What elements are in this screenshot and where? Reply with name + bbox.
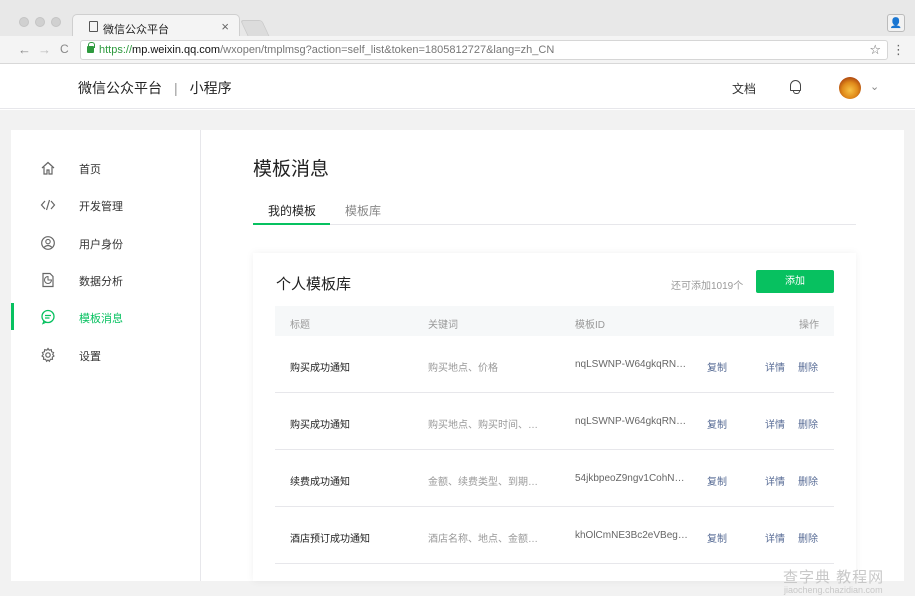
table-row: 酒店预订成功通知 酒店名称、地点、金额… khOlCmNE3Bc2eVBeg… … bbox=[275, 507, 834, 564]
copy-link[interactable]: 复制 bbox=[707, 473, 727, 488]
reload-icon[interactable]: C bbox=[60, 42, 69, 56]
window-close-button[interactable] bbox=[19, 17, 29, 27]
watermark: 查字典 教程网 bbox=[783, 569, 885, 586]
row-keywords: 购买地点、购买时间、… bbox=[428, 420, 538, 431]
column-header-id: 模板ID bbox=[575, 320, 605, 331]
product-name: 小程序 bbox=[189, 80, 232, 96]
address-bar: ← → C https://mp.weixin.qq.com/wxopen/tm… bbox=[0, 36, 915, 64]
window-zoom-button[interactable] bbox=[51, 17, 61, 27]
row-keywords: 金额、续费类型、到期… bbox=[428, 477, 538, 488]
row-keywords: 购买地点、价格 bbox=[428, 363, 498, 374]
page-title: 模板消息 bbox=[253, 159, 330, 180]
browser-menu-icon[interactable]: ⋮ bbox=[892, 42, 905, 58]
sidebar-item-home[interactable]: 首页 bbox=[11, 149, 199, 187]
column-header-keywords: 关键词 bbox=[428, 320, 458, 331]
tab-close-icon[interactable]: × bbox=[221, 19, 229, 34]
bookmark-star-icon[interactable]: ☆ bbox=[869, 41, 881, 59]
browser-tab-title: 微信公众平台 bbox=[103, 24, 169, 36]
active-tab-indicator bbox=[253, 223, 330, 225]
page-icon bbox=[89, 21, 98, 32]
sidebar: 首页 开发管理 用户身份 数据分析 模板消息 设置 bbox=[11, 130, 201, 581]
detail-link[interactable]: 详情 bbox=[765, 473, 785, 488]
sidebar-item-data-analysis[interactable]: 数据分析 bbox=[11, 261, 199, 299]
user-icon bbox=[40, 235, 56, 251]
profile-icon[interactable]: 👤 bbox=[887, 14, 905, 32]
browser-tab-bar: 微信公众平台 × 👤 bbox=[0, 0, 915, 38]
detail-link[interactable]: 详情 bbox=[765, 416, 785, 431]
chevron-down-icon[interactable]: ⌄ bbox=[870, 80, 879, 93]
detail-link[interactable]: 详情 bbox=[765, 359, 785, 374]
window-minimize-button[interactable] bbox=[35, 17, 45, 27]
sidebar-item-user-identity[interactable]: 用户身份 bbox=[11, 224, 199, 262]
row-template-id: khOlCmNE3Bc2eVBeg… bbox=[575, 530, 688, 541]
row-template-id: 54jkbpeoZ9ngv1CohN… bbox=[575, 473, 685, 484]
row-keywords: 酒店名称、地点、金额… bbox=[428, 534, 538, 545]
row-title: 酒店预订成功通知 bbox=[290, 534, 370, 545]
table-header: 标题 关键词 模板ID 操作 bbox=[275, 306, 834, 336]
browser-tab[interactable]: 微信公众平台 × bbox=[72, 14, 240, 38]
copy-link[interactable]: 复制 bbox=[707, 530, 727, 545]
sidebar-item-template-message[interactable]: 模板消息 bbox=[11, 298, 199, 336]
home-icon bbox=[40, 160, 56, 176]
delete-link[interactable]: 删除 bbox=[798, 530, 818, 545]
tab-template-library[interactable]: 模板库 bbox=[345, 202, 381, 219]
brand-name[interactable]: 微信公众平台 bbox=[78, 80, 162, 96]
sidebar-item-label: 设置 bbox=[79, 351, 101, 363]
site-header: 微信公众平台 | 小程序 文档 bbox=[0, 65, 915, 109]
sidebar-item-label: 首页 bbox=[79, 164, 101, 176]
back-icon[interactable]: ← bbox=[18, 42, 31, 57]
brand-separator: | bbox=[174, 80, 178, 96]
gear-icon bbox=[40, 347, 56, 363]
copy-link[interactable]: 复制 bbox=[707, 359, 727, 374]
quota-text: 还可添加1019个 bbox=[671, 281, 744, 292]
sidebar-item-label: 数据分析 bbox=[79, 276, 123, 288]
row-template-id: nqLSWNP-W64gkqRN… bbox=[575, 359, 687, 370]
document-chart-icon bbox=[40, 272, 56, 288]
sidebar-item-label: 模板消息 bbox=[79, 313, 123, 325]
sidebar-item-settings[interactable]: 设置 bbox=[11, 336, 199, 374]
new-tab-button[interactable] bbox=[240, 20, 270, 37]
row-title: 续费成功通知 bbox=[290, 477, 350, 488]
detail-link[interactable]: 详情 bbox=[765, 530, 785, 545]
delete-link[interactable]: 删除 bbox=[798, 416, 818, 431]
table-row: 购买成功通知 购买地点、购买时间、… nqLSWNP-W64gkqRN… 复制 … bbox=[275, 393, 834, 450]
url-text: https://mp.weixin.qq.com/wxopen/tmplmsg?… bbox=[99, 44, 555, 56]
copy-link[interactable]: 复制 bbox=[707, 416, 727, 431]
brand: 微信公众平台 | 小程序 bbox=[78, 78, 232, 98]
message-icon bbox=[40, 309, 56, 325]
main-content: 模板消息 我的模板 模板库 个人模板库 还可添加1019个 添加 标题 关键词 … bbox=[201, 130, 904, 581]
template-card: 个人模板库 还可添加1019个 添加 标题 关键词 模板ID 操作 购买成功通知… bbox=[253, 253, 856, 581]
table-row: 续费成功通知 金额、续费类型、到期… 54jkbpeoZ9ngv1CohN… 复… bbox=[275, 450, 834, 507]
delete-link[interactable]: 删除 bbox=[798, 473, 818, 488]
delete-link[interactable]: 删除 bbox=[798, 359, 818, 374]
avatar[interactable] bbox=[839, 77, 861, 99]
row-title: 购买成功通知 bbox=[290, 420, 350, 431]
tab-my-templates[interactable]: 我的模板 bbox=[268, 202, 316, 219]
url-input[interactable]: https://mp.weixin.qq.com/wxopen/tmplmsg?… bbox=[80, 40, 888, 60]
column-header-actions: 操作 bbox=[799, 320, 819, 331]
row-title: 购买成功通知 bbox=[290, 363, 350, 374]
card-title: 个人模板库 bbox=[276, 276, 352, 293]
sidebar-item-label: 用户身份 bbox=[79, 239, 123, 251]
watermark-url: jiaocheng.chazidian.com bbox=[784, 585, 883, 595]
sidebar-item-development[interactable]: 开发管理 bbox=[11, 186, 199, 224]
forward-icon[interactable]: → bbox=[38, 42, 51, 57]
tab-bar: 我的模板 模板库 bbox=[253, 192, 856, 225]
code-icon bbox=[40, 197, 56, 213]
bell-icon[interactable] bbox=[790, 80, 801, 94]
table-row: 购买成功通知 购买地点、价格 nqLSWNP-W64gkqRN… 复制 详情 删… bbox=[275, 336, 834, 393]
row-template-id: nqLSWNP-W64gkqRN… bbox=[575, 416, 687, 427]
docs-link[interactable]: 文档 bbox=[732, 80, 756, 97]
sidebar-item-label: 开发管理 bbox=[79, 201, 123, 213]
add-button[interactable]: 添加 bbox=[756, 270, 834, 293]
lock-icon bbox=[87, 42, 95, 53]
column-header-title: 标题 bbox=[290, 320, 310, 331]
